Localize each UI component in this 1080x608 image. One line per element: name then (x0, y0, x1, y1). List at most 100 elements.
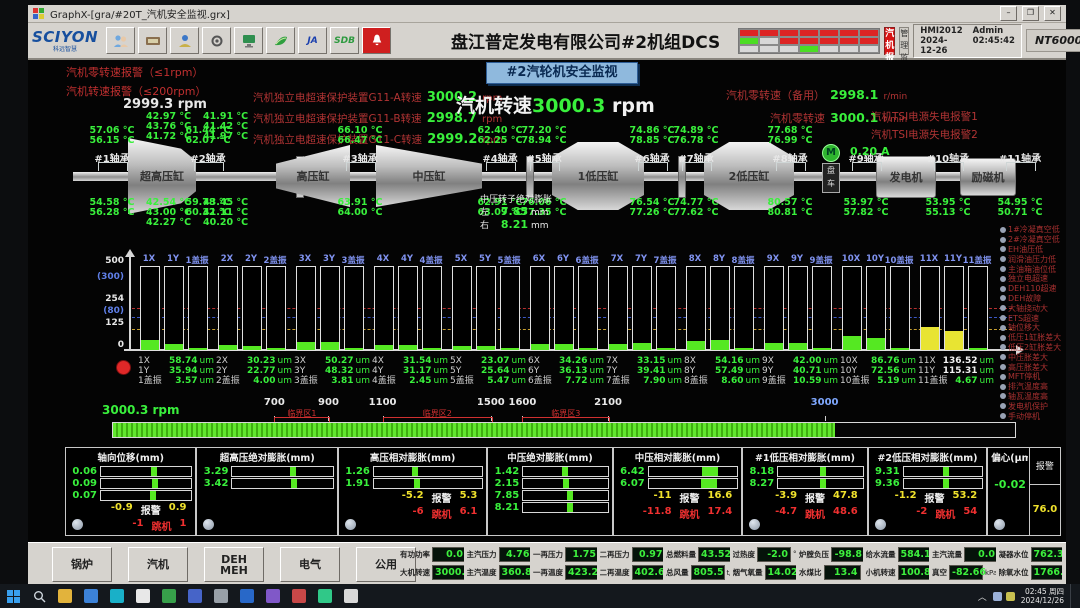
chart-value-cell: 6X34.26um6Y36.13um6盖振7.72um (528, 356, 604, 386)
taskbar-app-icon[interactable] (52, 584, 78, 608)
chart-bar (398, 266, 418, 351)
chart-bar (266, 266, 286, 351)
process-value: 主汽温度360.8°C (467, 565, 531, 580)
tsi-alarm-label: 汽机TSI电源失电报警2 (871, 126, 978, 144)
rpm-tick-label: 900 (310, 397, 346, 408)
taskbar-app-icon[interactable] (338, 584, 364, 608)
process-value-column: 一再压力1.75MPa一再温度423.2°C (533, 545, 597, 582)
measurement-panel: #1低压相对膨胀(mm)8.188.27-3.9报警47.8-4.7跳机48.6 (742, 447, 867, 536)
chart-bar (656, 266, 676, 351)
show-desktop-button[interactable] (1070, 584, 1076, 608)
nav-button[interactable]: DEHMEH (204, 547, 264, 582)
sdb-icon[interactable]: SDB (330, 27, 359, 54)
alarm-bell-icon[interactable] (362, 27, 391, 54)
status-lamp-icon (1000, 413, 1006, 419)
bearing-bracket (682, 162, 712, 171)
taskbar-app-icon[interactable] (182, 584, 208, 608)
taskbar-app-icon[interactable] (234, 584, 260, 608)
panel-gauge-row: 8.18 (746, 466, 863, 477)
rpm-critical-zone-label: 临界区1 (287, 408, 316, 419)
panel-gauge-row: 9.31 (872, 466, 984, 477)
bearing-bracket (1006, 162, 1036, 171)
chart-bar-fill (477, 346, 495, 350)
search-icon[interactable] (26, 584, 52, 608)
nav-button[interactable]: 电气 (280, 547, 340, 582)
chart-value-cell: 1X58.74um1Y35.94um1盖振3.57um (138, 356, 214, 386)
windows-taskbar: ︿ 02:45 周四 2024/12/26 (0, 584, 1080, 608)
taskbar-app-icon[interactable] (208, 584, 234, 608)
chart-bar (632, 266, 652, 351)
operator-icon[interactable] (170, 27, 199, 54)
taskbar-app-icon[interactable] (130, 584, 156, 608)
bearing-temps-bottom: 74.77 °C77.62 °C (662, 198, 730, 218)
minimize-button[interactable]: – (1000, 6, 1017, 21)
users-icon[interactable] (106, 27, 135, 54)
chart-bar (944, 266, 964, 351)
taskbar-clock[interactable]: 02:45 周四 2024/12/26 (1021, 587, 1064, 605)
status-lamp-icon (1000, 315, 1006, 321)
chart-bar (764, 266, 784, 351)
chart-bar (452, 266, 472, 351)
taskbar-app-icon[interactable] (312, 584, 338, 608)
turning-gear-label: 盘车 (822, 163, 840, 193)
panel-gauge-row: 7.85 (491, 490, 608, 501)
alarm-grid-cell (799, 45, 819, 53)
chart-bar-fill (243, 346, 261, 350)
chart-bar-fill (375, 345, 393, 350)
chart-bar (710, 266, 730, 351)
bearing-temps-top: 77.68 °C76.99 °C (756, 126, 824, 146)
docs-icon[interactable] (266, 27, 295, 54)
turning-gear-current: 0.20 A (850, 145, 889, 158)
status-lamp-icon (1000, 344, 1006, 350)
tray-chevron-icon[interactable]: ︿ (978, 590, 987, 603)
tray-status-icon[interactable] (993, 592, 1002, 601)
taskbar-app-icon[interactable] (78, 584, 104, 608)
panel-title: 中压相对膨胀(mm) (617, 450, 738, 464)
close-button[interactable]: ✕ (1044, 6, 1061, 21)
maximize-button[interactable]: ❐ (1022, 6, 1039, 21)
chart-value-cell: 3X50.27um3Y48.32um3盖振3.81um (294, 356, 370, 386)
process-value: 主汽压力4.76MPa (467, 547, 531, 562)
status-lamp-icon (1000, 305, 1006, 311)
keyboard-icon[interactable] (138, 27, 167, 54)
panel-title: #2低压相对膨胀(mm) (872, 450, 984, 464)
panel-title: 偏心(μm) (991, 450, 1028, 464)
mimic-canvas: #2汽轮机安全监视 汽机零转速报警（≤1rpm）汽机转速报警（≤200rpm） … (28, 60, 1066, 542)
mode-button[interactable]: 管理 监视 (899, 27, 909, 55)
window-titlebar: GraphX-[gra/#20T_汽机安全监视.grx] – ❐ ✕ (28, 5, 1066, 23)
panel-alarm-limits: -5.2报警5.3 (342, 490, 483, 505)
process-value: 小机转速100.8rpm (866, 565, 930, 580)
taskbar-app-icon[interactable] (104, 584, 130, 608)
nav-button[interactable]: 锅炉 (52, 547, 112, 582)
zero-speed-alarm-labels: 汽机零转速报警（≤1rpm）汽机转速报警（≤200rpm） (66, 63, 206, 101)
chart-bar-fill (891, 348, 909, 350)
chart-bar-fill (423, 348, 441, 350)
panel-status-dot (203, 519, 214, 530)
status-lamp-icon (1000, 374, 1006, 380)
zero-speed-line: 汽机零转速（备用） 2998.1 r/min (726, 84, 907, 107)
alarm-grid-cell (759, 29, 779, 37)
process-values: 有功功率0.0MW大机转速3000.4rpm主汽压力4.76MPa主汽温度360… (400, 545, 1062, 582)
rpm-tick-label: 700 (256, 397, 292, 408)
toolbar-buttons: JASDB (106, 27, 391, 54)
measurement-panel: #2低压相对膨胀(mm)9.319.36-1.2报警53.2-2跳机54 (868, 447, 988, 536)
tray-status-icon[interactable] (1006, 592, 1015, 601)
start-button[interactable] (0, 584, 26, 608)
eccentricity-alarm-box: 报警76.0 (1029, 448, 1060, 535)
alarm-grid-cell (859, 29, 879, 37)
cylinder-label: 1低压缸 (578, 168, 619, 184)
chart-bar (842, 266, 862, 351)
taskbar-app-icon[interactable] (156, 584, 182, 608)
nav-button[interactable]: 汽机 (128, 547, 188, 582)
chart-bar (812, 266, 832, 351)
taskbar-app-icon[interactable] (286, 584, 312, 608)
uhp-metal-temps-bottom: 42.54 °C43.45 °C43.00 °C41.11 °C42.27 °C… (146, 198, 260, 228)
toolbar: SCIYON 科远智慧 JASDB 盘江普定发电有限公司#2机组DCS 汽机 报… (28, 23, 1066, 60)
status-lamp-icon (1000, 237, 1006, 243)
chart-bar-fill (711, 340, 729, 350)
panel-gauge-row: 0.07 (69, 490, 192, 501)
taskbar-app-icon[interactable] (260, 584, 286, 608)
monitor-icon[interactable] (234, 27, 263, 54)
ja-icon[interactable]: JA (298, 27, 327, 54)
machine-icon[interactable] (202, 27, 231, 54)
